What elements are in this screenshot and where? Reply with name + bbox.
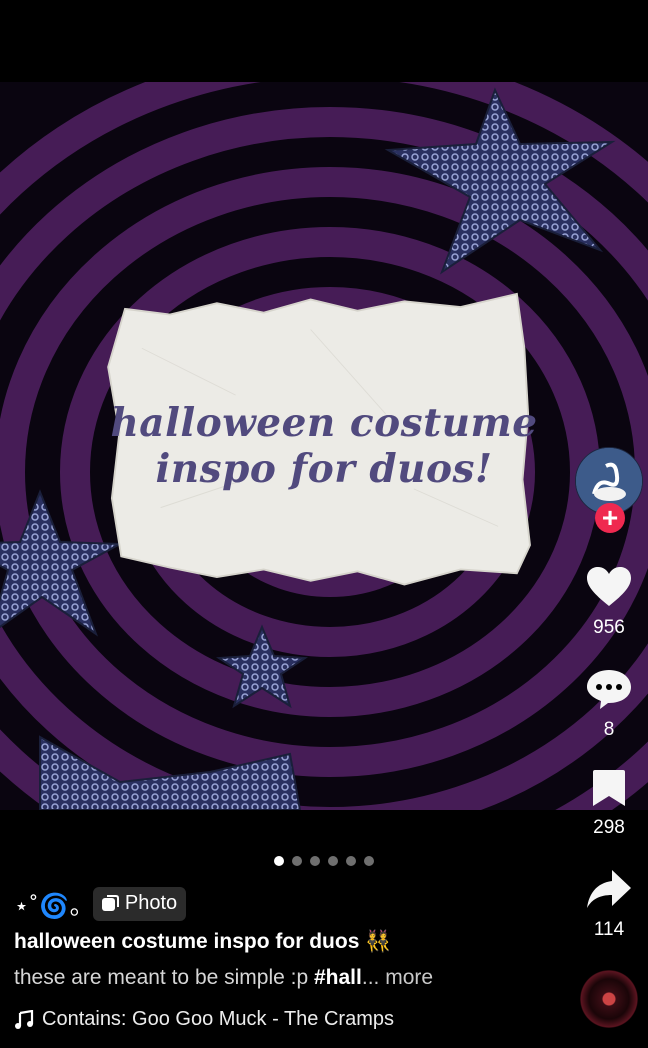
share-button[interactable]: 114 [574,868,644,941]
follow-button[interactable]: + [595,503,625,533]
like-count: 956 [593,617,625,638]
description-text: these are meant to be simple :p [14,966,314,989]
headline-line-1: halloween costume [110,400,538,446]
author-row: ⋆˚🌀｡ Photo [14,886,187,921]
author-handle[interactable]: ⋆˚🌀｡ [14,886,83,921]
bookmark-icon [593,770,625,806]
save-button[interactable]: 298 [574,768,644,839]
post-image[interactable]: halloween costume inspo for duos! [0,82,648,810]
music-label: Contains: Goo Goo Muck - The Cramps [42,1008,394,1030]
share-count: 114 [593,919,625,940]
post-title: halloween costume inspo for duos 👯 [14,930,392,953]
music-note-icon [15,1009,34,1029]
headline: halloween costume inspo for duos! [0,400,648,492]
save-count: 298 [593,817,625,838]
music-disc[interactable] [580,970,638,1028]
hashtag-link[interactable]: #hall [314,966,362,989]
carousel-dot[interactable] [274,856,284,866]
post-description[interactable]: these are meant to be simple :p #hall...… [14,966,433,990]
comment-button[interactable]: 8 [574,668,644,741]
headline-line-2: inspo for duos! [155,446,493,492]
more-link[interactable]: ... more [362,966,433,989]
share-arrow-icon [587,870,631,908]
carousel-dot[interactable] [364,856,374,866]
carousel-indicator [274,856,374,868]
music-info[interactable]: Contains: Goo Goo Muck - The Cramps [14,1008,394,1031]
heart-icon [587,567,631,606]
comment-count: 8 [603,719,615,740]
photo-mode-icon [101,894,119,911]
carousel-dot[interactable] [292,856,302,866]
carousel-dot[interactable] [310,856,320,866]
like-button[interactable]: 956 [574,566,644,639]
carousel-dot[interactable] [346,856,356,866]
photo-badge-label: Photo [124,892,178,914]
photo-badge: Photo [92,886,187,921]
comment-icon [587,670,631,709]
creator-avatar[interactable]: + [575,447,643,533]
carousel-dot[interactable] [328,856,338,866]
